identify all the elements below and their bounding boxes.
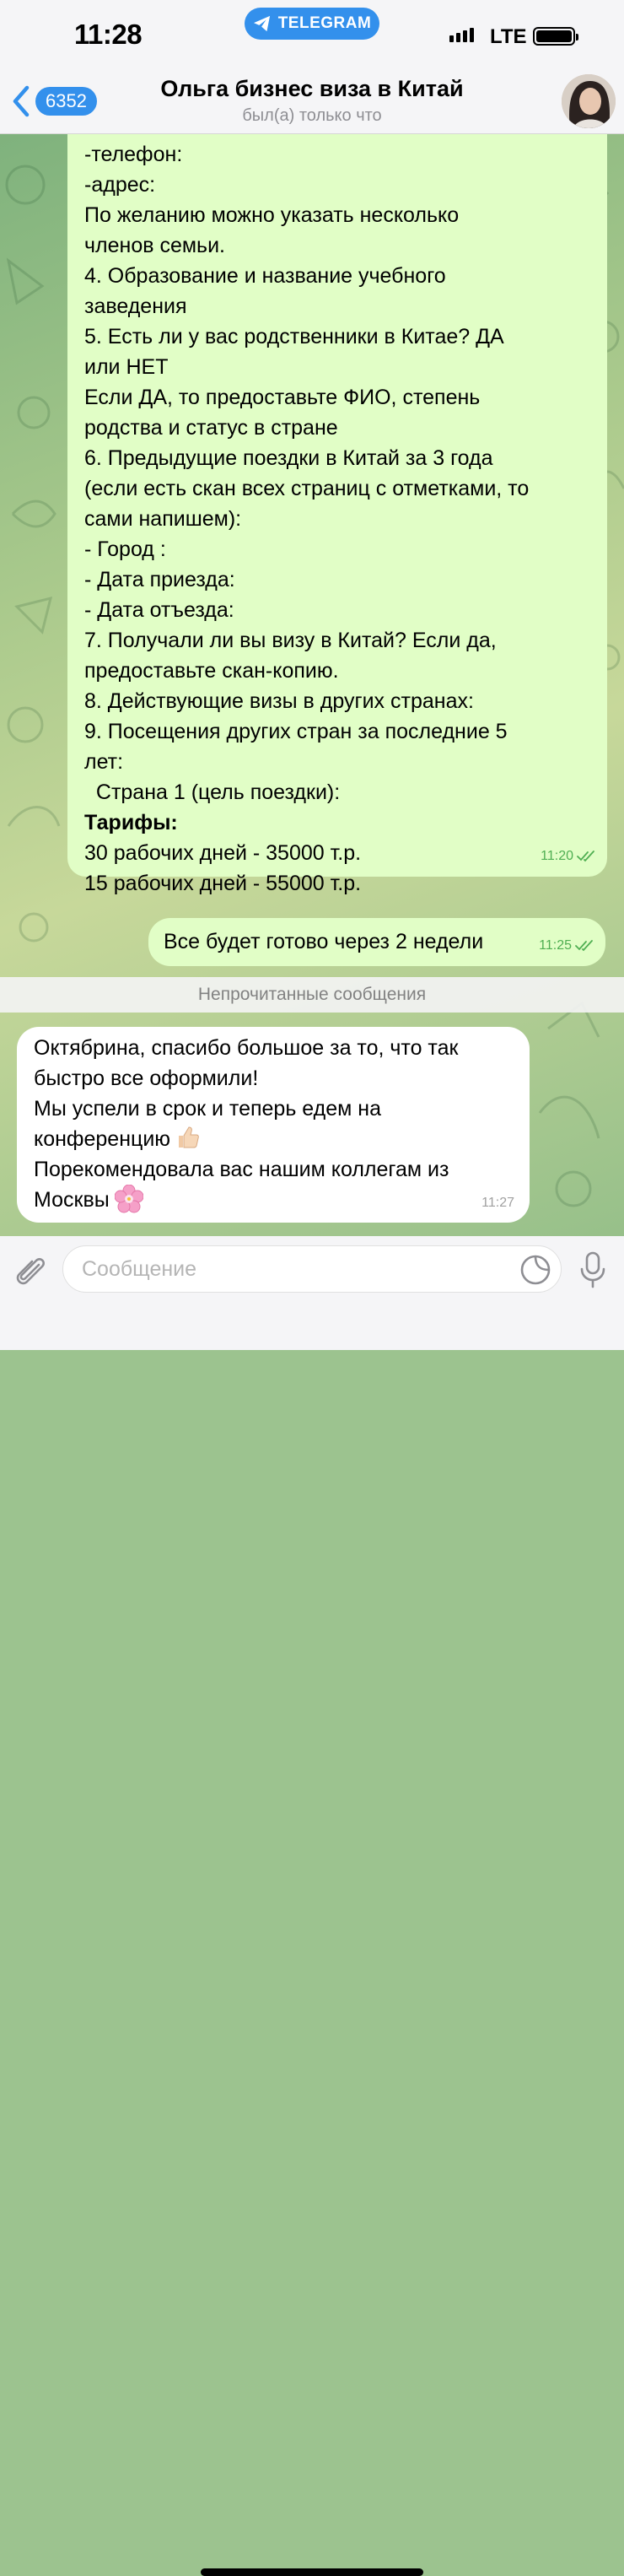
paperclip-icon[interactable] bbox=[13, 1255, 49, 1290]
message-text: Октябрина, спасибо большое за то, что та… bbox=[34, 1033, 458, 1215]
signal-icon bbox=[449, 28, 474, 42]
unread-divider: Непрочитанные сообщения bbox=[0, 977, 624, 1013]
chat-header: 6352 Ольга бизнес виза в Китай был(а) то… bbox=[0, 73, 624, 134]
message-line: 15 рабочих дней - 55000 т.р. bbox=[84, 872, 362, 895]
unread-count-badge: 6352 bbox=[35, 87, 97, 116]
message-line: Мы успели в срок и теперь едем на bbox=[34, 1097, 381, 1121]
message-time: 11:27 bbox=[481, 1196, 514, 1210]
message-line: Тарифы: bbox=[84, 811, 178, 834]
sticker-icon[interactable] bbox=[519, 1254, 551, 1286]
message-line-with-emoji: конференцию bbox=[34, 1124, 458, 1154]
message-time: 11:20 bbox=[541, 849, 573, 863]
message-line: 6. Предыдущие поездки в Китай за 3 года bbox=[84, 446, 493, 470]
message-line: заведения bbox=[84, 294, 187, 318]
message-line: Москвы bbox=[34, 1188, 110, 1212]
chat-status: был(а) только что bbox=[242, 106, 382, 125]
avatar[interactable] bbox=[562, 74, 616, 128]
message-line: Порекомендовала вас нашим коллегам из bbox=[34, 1158, 449, 1181]
message-line: лет: bbox=[84, 750, 124, 774]
message-line: Страна 1 (цель поездки): bbox=[84, 780, 341, 804]
back-button[interactable]: 6352 bbox=[10, 84, 97, 118]
message-line: предоставьте скан-копию. bbox=[84, 659, 339, 683]
message-meta: 11:27 bbox=[481, 1188, 514, 1218]
message-line: (если есть скан всех страниц с отметками… bbox=[84, 477, 530, 500]
message-meta: 11:25 bbox=[539, 931, 594, 961]
message-line: 4. Образование и название учебного bbox=[84, 264, 446, 288]
message-input[interactable] bbox=[62, 1245, 562, 1293]
telegram-icon bbox=[253, 15, 270, 32]
status-time: 11:28 bbox=[74, 19, 143, 50]
message-text: -телефон: -адрес: По желанию можно указа… bbox=[84, 134, 590, 899]
message-line: - Дата приезда: bbox=[84, 568, 235, 591]
composer-bar bbox=[0, 1236, 624, 2576]
message-outgoing[interactable]: -телефон: -адрес: По желанию можно указа… bbox=[67, 134, 607, 895]
chat-title[interactable]: Ольга бизнес виза в Китай bbox=[101, 76, 523, 102]
microphone-icon[interactable] bbox=[577, 1250, 609, 1289]
message-line: - Дата отъезда: bbox=[84, 598, 234, 622]
message-line: -адрес: bbox=[84, 173, 156, 197]
message-line: - Город : bbox=[84, 537, 166, 561]
check-double-icon bbox=[575, 940, 593, 952]
status-bar: 11:28 TELEGRAM LTE bbox=[0, 0, 624, 73]
message-line: быстро все оформили! bbox=[34, 1067, 259, 1090]
message-line: 7. Получали ли вы визу в Китай? Если да, bbox=[84, 629, 497, 652]
message-line: конференцию bbox=[34, 1127, 171, 1151]
message-line-with-emoji: Москвы bbox=[34, 1185, 458, 1215]
message-line: По желанию можно указать несколько bbox=[84, 203, 460, 227]
avatar-photo bbox=[562, 74, 616, 128]
message-line: -телефон: bbox=[84, 143, 183, 166]
message-line: 5. Есть ли у вас родственники в Китае? Д… bbox=[84, 325, 504, 348]
message-incoming[interactable]: Октябрина, спасибо большое за то, что та… bbox=[17, 1027, 530, 1223]
message-line: родства и статус в стране bbox=[84, 416, 338, 440]
network-type: LTE bbox=[490, 25, 527, 48]
message-line: или НЕТ bbox=[84, 355, 169, 379]
cherry-blossom-emoji bbox=[114, 1185, 143, 1213]
thumbs-up-emoji bbox=[179, 1126, 199, 1148]
message-line: сами напишем): bbox=[84, 507, 242, 531]
check-double-icon bbox=[577, 851, 594, 862]
message-time: 11:25 bbox=[539, 938, 572, 953]
telegram-pill[interactable]: TELEGRAM bbox=[245, 8, 379, 40]
message-line: Октябрина, спасибо большое за то, что та… bbox=[34, 1036, 459, 1060]
chevron-left-icon bbox=[13, 85, 30, 117]
message-line: 30 рабочих дней - 35000 т.р. bbox=[84, 841, 362, 865]
chat-area[interactable]: -телефон: -адрес: По желанию можно указа… bbox=[0, 134, 624, 1236]
home-indicator bbox=[201, 2568, 423, 2576]
battery-icon bbox=[533, 27, 578, 46]
message-meta: 11:20 bbox=[541, 841, 595, 872]
message-outgoing[interactable]: Все будет готово через 2 недели 11:25 bbox=[148, 918, 605, 966]
message-line: 9. Посещения других стран за последние 5 bbox=[84, 720, 508, 743]
telegram-pill-label: TELEGRAM bbox=[277, 14, 372, 32]
message-text: Все будет готово через 2 недели bbox=[164, 930, 484, 953]
message-line: Если ДА, то предоставьте ФИО, степень bbox=[84, 386, 481, 409]
message-line: членов семьи. bbox=[84, 234, 225, 257]
message-line: 8. Действующие визы в других странах: bbox=[84, 689, 474, 713]
